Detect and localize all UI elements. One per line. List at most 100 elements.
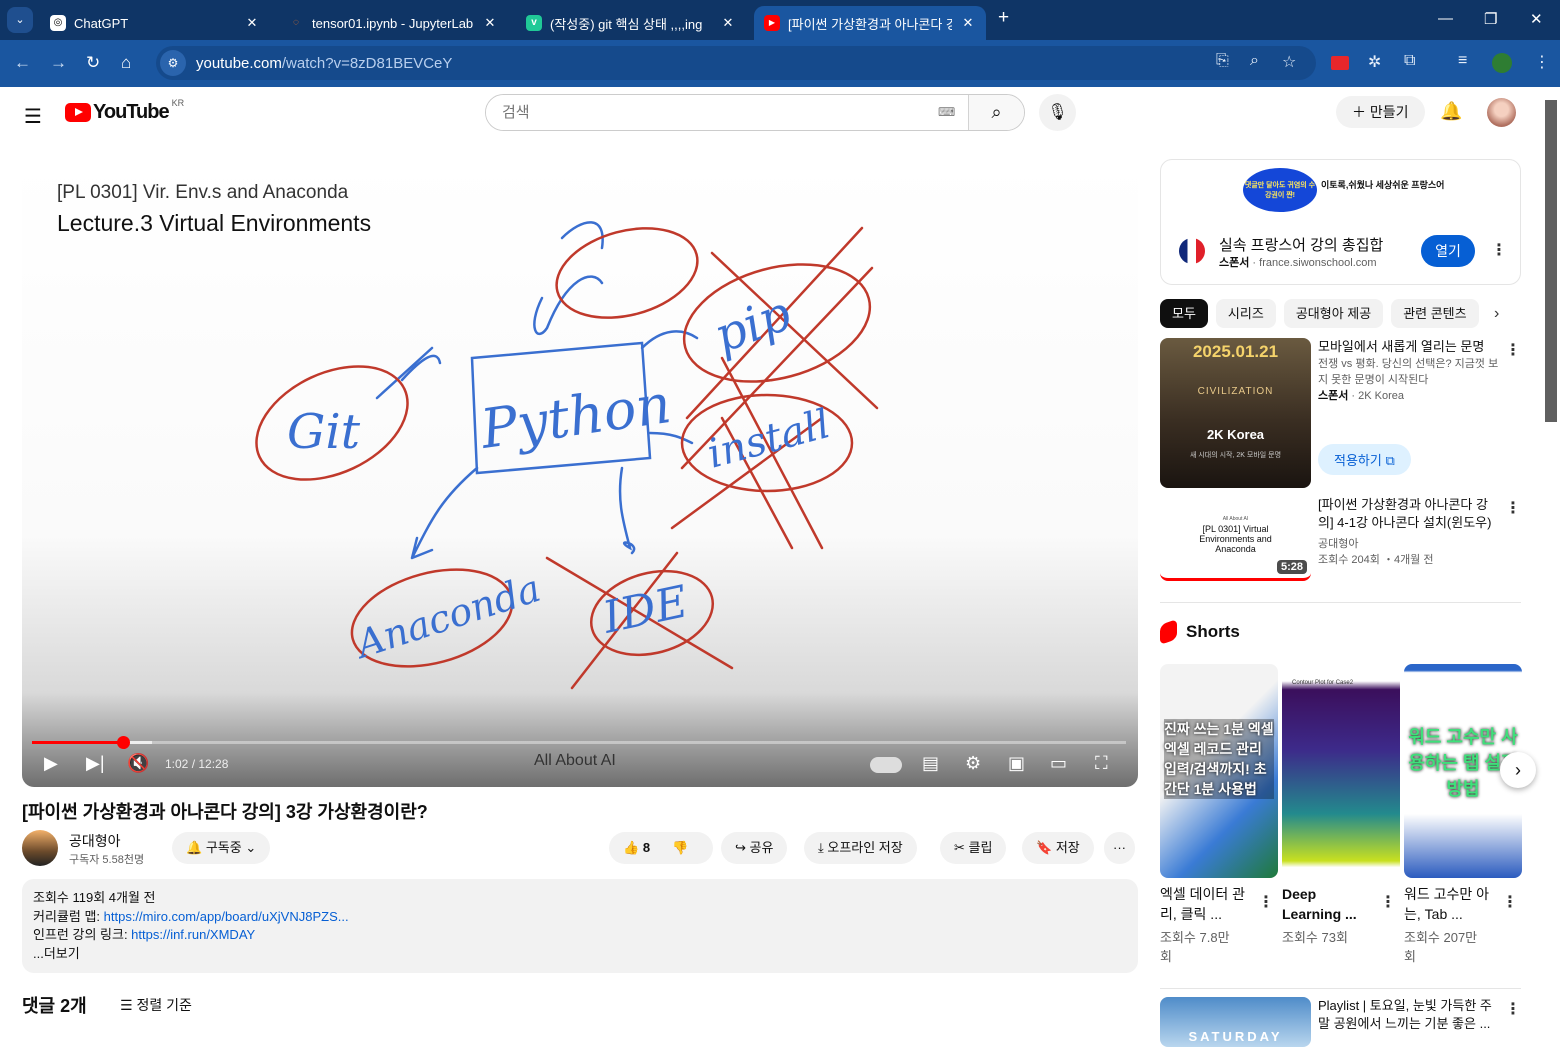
sort-button[interactable]: ☰ 정렬 기준 [120,995,192,1015]
chip-all[interactable]: 모두 [1160,299,1208,328]
video-owner-row: 공대형아 구독자 5.58천명 🔔 구독중 ⌄ 👍 8 👎 ↪ 공유 ⤓ 오프라인… [22,830,1138,870]
more-options-icon[interactable]: ⋮ [1505,999,1521,1019]
divider [1160,602,1521,603]
more-options-icon[interactable]: ⋮ [1491,240,1507,260]
close-tab-icon[interactable]: ✕ [720,15,736,31]
more-options-icon[interactable]: ⋮ [1505,498,1521,518]
close-tab-icon[interactable]: ✕ [482,15,498,31]
tab-jupyterlab[interactable]: ◌ tensor01.ipynb - JupyterLab ✕ [278,6,508,40]
back-icon[interactable]: ← [14,53,31,73]
mute-icon[interactable]: 🔇 [127,753,149,774]
subscribe-button[interactable]: 🔔 구독중 ⌄ [172,832,271,864]
reload-icon[interactable]: ↻ [86,53,100,73]
tab-velog[interactable]: v (작성중) git 핵심 상태 ,,,,ing ✕ [516,6,746,40]
chip-channel[interactable]: 공대형아 제공 [1283,299,1384,328]
chip-related[interactable]: 관련 콘텐츠 [1391,299,1479,328]
scissors-icon: ✂ [954,840,969,855]
zoom-icon[interactable]: ⌕ [1250,52,1259,70]
close-tab-icon[interactable]: ✕ [960,15,976,31]
miro-link[interactable]: https://miro.com/app/board/uXjVNJ8PZS... [104,909,349,924]
save-button[interactable]: 🔖 저장 [1022,832,1094,864]
like-button[interactable]: 👍 8 👎 [609,832,713,864]
extension-icon[interactable] [1331,56,1349,70]
restore-button[interactable]: ❐ [1484,10,1497,28]
create-button[interactable]: ＋ 만들기 [1336,96,1425,128]
apply-button[interactable]: 적용하기 ⧉ [1318,444,1411,475]
extension-icon[interactable]: ✲ [1368,52,1381,72]
shorts-icon [1160,618,1177,646]
download-button[interactable]: ⤓ 오프라인 저장 [804,832,917,864]
search-input[interactable] [486,95,938,130]
sponsored-ad[interactable]: 댓글만 달아도 귀염의 수강권이 쨘! 이토록,쉬웠나 세상쉬운 프랑스어 실속… [1160,159,1521,285]
channel-watermark: All About AI [534,752,616,769]
show-more-button[interactable]: ...더보기 [33,945,1127,964]
extensions-puzzle-icon[interactable]: ⧉ [1404,52,1415,70]
more-options-icon[interactable]: ⋮ [1258,892,1274,912]
view-stats: 조회수 119회 4개월 전 [33,890,156,905]
clip-button[interactable]: ✂ 클립 [940,832,1007,864]
bell-icon: 🔔 [186,840,206,855]
browser-menu-icon[interactable]: ⋮ [1534,52,1550,72]
shorts-next-button[interactable]: › [1500,752,1536,788]
youtube-logo[interactable]: YouTube KR [65,98,184,124]
theater-mode-icon[interactable]: ▭ [1050,753,1067,774]
keyboard-icon[interactable]: ⌨ [938,95,968,130]
recommendation-video[interactable]: All About AI [PL 0301] Virtual Environme… [1160,496,1521,581]
channel-name[interactable]: 공대형아 [69,831,121,851]
video-player[interactable]: [PL 0301] Vir. Env.s and Anaconda Lectur… [22,158,1138,787]
video-title: [파이썬 가상환경과 아나콘다 강의] 3강 가상환경이란? [22,802,428,822]
url-input[interactable]: ⚙ youtube.com/watch?v=8zD81BEVCeY [156,46,1316,80]
more-actions-button[interactable]: ··· [1104,832,1135,864]
dislike-button[interactable]: 👎 [672,840,688,855]
annotation-git: Git [287,404,361,460]
search-box: ⌨ ⌕ [485,94,1025,131]
video-progress-bar[interactable] [32,736,1126,749]
chevron-right-icon[interactable]: › [1494,305,1499,323]
tab-youtube[interactable]: ▶ [파이썬 가상환경과 아나콘다 강 ✕ [754,6,986,40]
chip-series[interactable]: 시리즈 [1215,299,1276,328]
close-window-button[interactable]: ✕ [1530,10,1543,28]
more-options-icon[interactable]: ⋮ [1502,892,1518,912]
short-item[interactable]: Contour Plot for Case2 Deep Learning ...… [1282,664,1400,947]
media-control-icon[interactable]: ≡ [1458,52,1467,70]
install-app-icon[interactable]: ⎘ [1216,52,1229,70]
chatgpt-icon: ◎ [50,15,66,31]
forward-icon[interactable]: → [50,53,67,73]
channel-avatar[interactable] [22,830,58,866]
menu-icon[interactable]: ☰ [24,104,42,129]
settings-gear-icon[interactable]: ⚙ [965,753,981,774]
minimize-button[interactable]: — [1438,10,1453,27]
user-avatar[interactable] [1487,98,1516,127]
video-description[interactable]: 조회수 119회 4개월 전 커리큘럼 맵: https://miro.com/… [22,879,1138,973]
close-tab-icon[interactable]: ✕ [244,15,260,31]
tab-search-button[interactable]: ⌄ [7,7,33,33]
inflearn-link[interactable]: https://inf.run/XMDAY [131,927,255,942]
bookmark-icon: 🔖 [1036,840,1056,855]
scrubber-handle[interactable] [116,736,130,749]
short-item[interactable]: 워드 고수만 사용하는 탭 설정 방법 워드 고수만 아는, Tab ... 조… [1404,664,1522,966]
notifications-bell-icon[interactable]: 🔔 [1440,101,1462,122]
search-button[interactable]: ⌕ [968,95,1024,130]
play-icon[interactable]: ▶ [44,753,58,774]
video-time: 1:02 / 12:28 [165,757,229,771]
bookmark-star-icon[interactable]: ☆ [1282,52,1296,72]
fullscreen-icon[interactable]: ⛶ [1095,753,1108,774]
autoplay-toggle[interactable] [870,757,902,773]
more-options-icon[interactable]: ⋮ [1505,340,1521,360]
new-tab-button[interactable]: + [998,7,1009,29]
profile-icon[interactable] [1492,53,1512,73]
voice-search-button[interactable]: 🎙 [1039,94,1076,131]
page-scrollbar[interactable] [1545,100,1557,422]
next-icon[interactable]: ▶| [86,753,105,774]
subtitles-icon[interactable]: ▤ [922,753,939,774]
share-button[interactable]: ↪ 공유 [721,832,788,864]
miniplayer-icon[interactable]: ▣ [1008,753,1025,774]
home-icon[interactable]: ⌂ [121,53,131,73]
annotation-pip: pip [707,285,798,364]
more-options-icon[interactable]: ⋮ [1380,892,1396,912]
short-item[interactable]: 진짜 쓰는 1분 엑셀 엑셀 레코드 관리 입력/검색까지! 초간단 1분 사용… [1160,664,1278,966]
ad-open-button[interactable]: 열기 [1421,235,1475,267]
tab-chatgpt[interactable]: ◎ ChatGPT ✕ [40,6,270,40]
site-info-icon[interactable]: ⚙ [160,50,186,76]
recommendation-ad[interactable]: 2025.01.21 CIVILIZATION 2K Korea 새 시대의 시… [1160,338,1521,488]
